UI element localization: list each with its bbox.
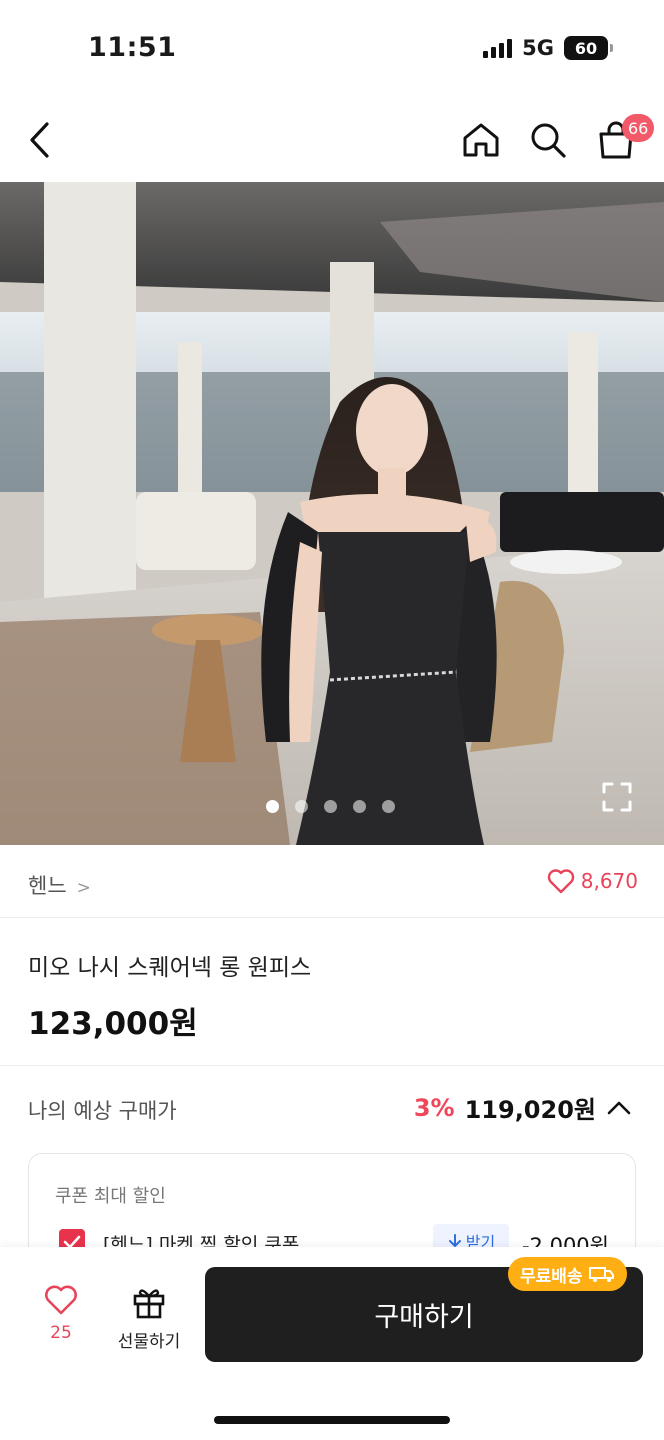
status-bar: 11:51 5G 60 [0,0,664,100]
wish-count: 25 [50,1323,72,1343]
expand-icon[interactable] [600,780,634,814]
free-shipping-label: 무료배송 [520,1266,583,1287]
discount-percent: 3% [413,1093,455,1122]
gift-label: 선물하기 [117,1332,181,1352]
heart-outline-icon [547,869,574,894]
search-icon [531,123,566,158]
network-label: 5G [522,36,554,60]
product-image-carousel[interactable] [0,182,664,845]
product-photo [0,182,664,845]
carousel-dot[interactable] [382,800,395,813]
gift-icon [133,1289,165,1319]
chevron-right-icon: > [76,878,91,898]
product-price: 123,000원 [28,1006,198,1042]
back-button[interactable] [14,114,66,166]
brand-link[interactable]: 헨느 > [28,870,91,900]
coupon-header: 쿠폰 최대 할인 [55,1186,166,1207]
heart-outline-icon [45,1285,77,1315]
chevron-left-icon [30,122,49,158]
brand-like-count: 8,670 [580,869,638,893]
gift-button[interactable]: 선물하기 [112,1285,186,1352]
nav-bar [0,100,664,182]
battery-icon: 60 [564,36,613,60]
brand-name: 헨느 [28,874,67,898]
expected-price: 119,020원 [464,1096,596,1124]
carousel-dot[interactable] [266,800,279,813]
expected-price-label: 나의 예상 구매가 [28,1099,177,1123]
divider [0,1065,664,1066]
truck-icon [588,1267,614,1282]
carousel-indicator [266,800,395,813]
search-button[interactable] [522,114,574,166]
brand-like-button[interactable]: 8,670 [547,868,638,894]
home-indicator [214,1416,450,1424]
cart-badge: 66 [622,114,655,142]
product-title: 미오 나시 스퀘어넥 롱 원피스 [28,955,312,981]
carousel-dot[interactable] [353,800,366,813]
home-icon [463,123,499,157]
free-shipping-badge: 무료배송 [508,1257,627,1291]
home-button[interactable] [455,114,507,166]
carousel-dot[interactable] [295,800,308,813]
chevron-up-icon [607,1101,631,1114]
battery-level: 60 [574,38,598,58]
bottom-action-bar: 25 선물하기 구매하기 무료배송 [0,1247,664,1440]
brand-row: 헨느 > 8,670 [0,846,664,918]
status-time: 11:51 [88,32,177,63]
status-indicators: 5G 60 [483,36,613,60]
expected-price-toggle[interactable]: 3% 119,020원 [414,1090,632,1125]
carousel-dot[interactable] [324,800,337,813]
wish-button[interactable]: 25 [40,1285,82,1343]
signal-icon [483,38,513,58]
